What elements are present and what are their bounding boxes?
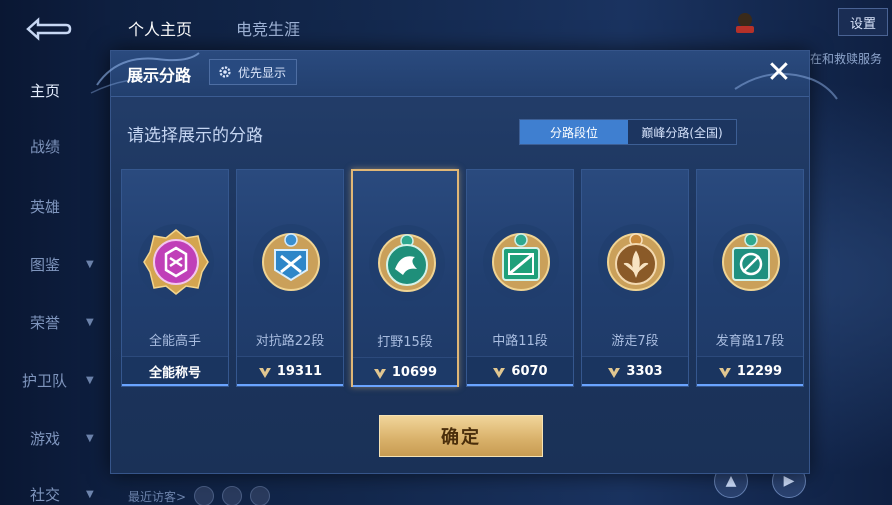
close-icon[interactable]: ✕ [763, 57, 795, 89]
chevron-down-icon: ▼ [86, 258, 94, 270]
dialog-title: 展示分路 [127, 66, 192, 85]
nav-item-social[interactable]: 社交 ▼ [0, 474, 110, 505]
back-arrow-icon[interactable] [22, 14, 74, 44]
jungle-badge-icon [369, 225, 445, 301]
foot-underline [467, 384, 573, 386]
rank-points-icon [493, 367, 506, 378]
nav-item-label: 游戏 [30, 429, 61, 448]
chevron-down-icon: ▼ [86, 488, 94, 500]
priority-label: 优先显示 [238, 65, 287, 80]
lane-name: 中路11段 [492, 334, 548, 349]
lane-name: 对抗路22段 [255, 334, 325, 349]
lane-points: 19311 [276, 364, 323, 379]
lane-title: 全能称号 [148, 366, 201, 381]
top-tabs: 个人主页 电竞生涯 [128, 16, 300, 40]
gear-icon [219, 66, 231, 78]
dialog-subtitle: 请选择展示的分路 [127, 126, 263, 146]
chevron-down-icon: ▼ [86, 374, 94, 386]
rank-points-icon [718, 367, 731, 378]
lane-foot: 6070 [467, 356, 573, 386]
lane-display-dialog: 展示分路 优先显示 ✕ 请选择展示的分路 分路段位 巅峰分路(全国) 全能高手 … [90, 50, 838, 474]
lane-card-mid[interactable]: 中路11段 6070 [466, 169, 574, 387]
all-round-badge-icon [138, 224, 214, 300]
mid-lane-badge-icon [483, 224, 559, 300]
rank-points-icon [608, 367, 621, 378]
foot-underline [697, 384, 803, 386]
nav-item-home[interactable]: 主页 [0, 70, 110, 110]
foot-underline [122, 384, 228, 386]
vip-icon [736, 13, 754, 33]
roam-badge-icon [598, 224, 674, 300]
nav-item-codex[interactable]: 图鉴 ▼ [0, 244, 110, 284]
lane-name: 打野15段 [377, 335, 433, 350]
tab-lane-rank[interactable]: 分路段位 [520, 120, 628, 144]
segment-tabs: 分路段位 巅峰分路(全国) [519, 119, 737, 145]
nav-item-honor[interactable]: 荣誉 ▼ [0, 302, 110, 342]
nav-item-games[interactable]: 游戏 ▼ [0, 418, 110, 458]
nav-item-label: 社交 [30, 485, 61, 504]
foot-underline [237, 384, 343, 386]
nav-item-label: 荣誉 [30, 313, 61, 332]
dialog-header: 展示分路 优先显示 ✕ [90, 51, 838, 100]
chevron-down-icon: ▼ [86, 316, 94, 328]
rank-points-icon [373, 368, 386, 379]
lane-foot: 10699 [353, 357, 457, 387]
foot-underline [353, 385, 457, 387]
avatar[interactable] [194, 486, 215, 505]
nav-item-label: 护卫队 [22, 371, 68, 390]
lane-card-clash[interactable]: 对抗路22段 19311 [236, 169, 344, 387]
lane-foot: 3303 [582, 356, 688, 386]
chevron-down-icon: ▼ [86, 432, 94, 444]
lane-card-all-round[interactable]: 全能高手 全能称号 [121, 169, 229, 387]
nav-item-record[interactable]: 战绩 [0, 126, 110, 166]
nav-item-guard[interactable]: 护卫队 ▼ [0, 360, 110, 400]
lane-points: 12299 [736, 364, 783, 379]
lane-card-farm[interactable]: 发育路17段 12299 [696, 169, 804, 387]
tab-profile[interactable]: 个人主页 [128, 16, 192, 40]
visitors-label: 最近访客> [128, 489, 187, 504]
settings-button[interactable]: 设置 [838, 8, 888, 36]
lane-card-jungle[interactable]: 打野15段 10699 [351, 169, 459, 387]
tab-peak-lane[interactable]: 巅峰分路(全国) [628, 120, 736, 144]
rank-points-icon [258, 367, 271, 378]
avatar[interactable] [250, 486, 271, 505]
lane-points: 10699 [391, 365, 438, 380]
lane-points: 6070 [511, 364, 548, 379]
foot-underline [582, 384, 688, 386]
lane-foot: 12299 [697, 356, 803, 386]
lane-foot: 全能称号 [122, 356, 228, 386]
recent-visitors[interactable]: 最近访客> [128, 486, 271, 505]
nav-item-label: 战绩 [30, 137, 61, 156]
farm-lane-badge-icon [713, 224, 789, 300]
side-banner-text: 在和救赎服务 [810, 52, 883, 66]
nav-item-label: 图鉴 [30, 255, 61, 274]
priority-display-button[interactable]: 优先显示 [209, 59, 298, 85]
nav-item-label: 主页 [30, 81, 61, 100]
clash-lane-badge-icon [253, 224, 329, 300]
confirm-button[interactable]: 确定 [379, 415, 543, 457]
lane-name: 游走7段 [611, 334, 659, 349]
lane-card-roam[interactable]: 游走7段 3303 [581, 169, 689, 387]
lane-name: 全能高手 [148, 334, 201, 349]
lane-points: 3303 [626, 364, 663, 379]
nav-item-heroes[interactable]: 英雄 [0, 186, 110, 226]
left-nav: 主页 战绩 英雄 图鉴 ▼ 荣誉 ▼ 护卫队 ▼ 游戏 ▼ 社交 ▼ [0, 0, 110, 505]
lane-foot: 19311 [237, 356, 343, 386]
lane-name: 发育路17段 [715, 334, 785, 349]
avatar[interactable] [222, 486, 243, 505]
nav-item-label: 英雄 [30, 197, 61, 216]
tab-esports[interactable]: 电竞生涯 [236, 16, 300, 40]
